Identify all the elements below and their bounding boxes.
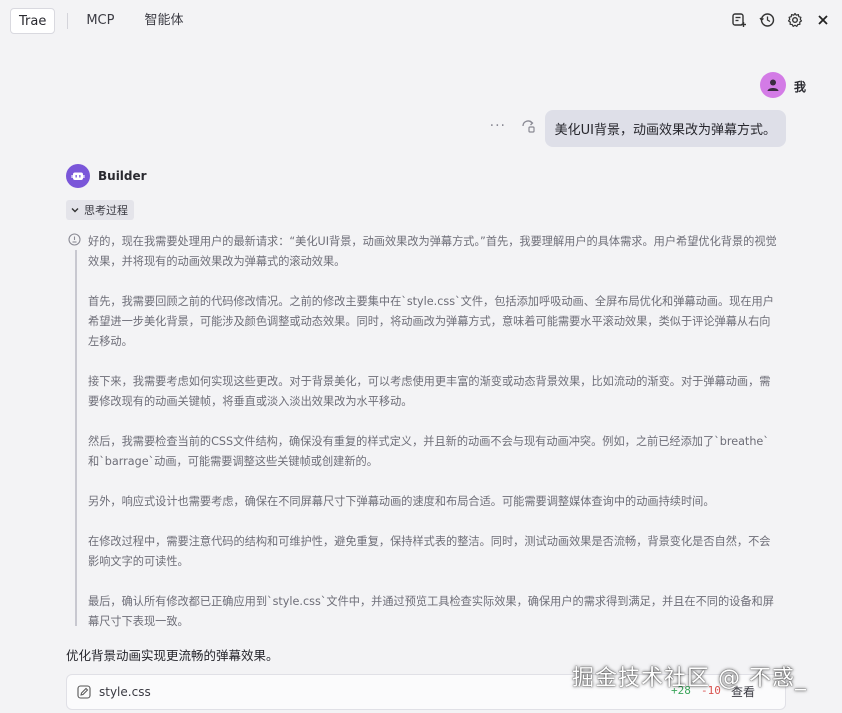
tab-agents[interactable]: 智能体 (134, 8, 193, 34)
edit-file-icon (77, 685, 91, 699)
tab-divider (67, 13, 69, 29)
thinking-divider (75, 250, 77, 626)
file-name: style.css (99, 685, 151, 699)
top-icons (730, 11, 832, 29)
user-header: 我 (760, 72, 806, 98)
close-icon[interactable] (814, 11, 832, 29)
user-avatar (760, 72, 786, 98)
thinking-paragraph: 最后，确认所有修改都已正确应用到`style.css`文件中，并通过预览工具检查… (88, 595, 774, 628)
tab-mcp[interactable]: MCP (76, 8, 124, 34)
thinking-paragraph: 接下来，我需要考虑如何实现这些更改。对于背景美化，可以考虑使用更丰富的渐变或动态… (88, 375, 771, 408)
thinking-paragraph: 首先，我需要回顾之前的代码修改情况。之前的修改主要集中在`style.css`文… (88, 295, 774, 348)
user-message-bubble: 美化UI背景，动画效果改为弹幕方式。 (544, 110, 786, 147)
thinking-paragraph: 好的，现在我需要处理用户的最新请求：“美化UI背景，动画效果改为弹幕方式。”首先… (88, 235, 777, 268)
retry-icon[interactable] (520, 118, 536, 134)
bot-avatar (66, 164, 90, 188)
builder-name: Builder (98, 169, 147, 183)
builder-header: Builder (66, 164, 147, 188)
think-label: 思考过程 (84, 204, 128, 217)
watermark: 掘金技术社区 @ 不惑_ (572, 666, 807, 691)
think-toggle[interactable]: 思考过程 (66, 200, 134, 220)
bulb-icon (68, 233, 81, 246)
thinking-text: 好的，现在我需要处理用户的最新请求：“美化UI背景，动画效果改为弹幕方式。”首先… (88, 232, 778, 652)
more-icon[interactable]: ··· (490, 118, 506, 134)
new-chat-icon[interactable] (730, 11, 748, 29)
top-bar: Trae MCP 智能体 (0, 0, 842, 42)
user-name: 我 (793, 80, 806, 94)
thinking-paragraph: 在修改过程中，需要注意代码的结构和可维护性，避免重复，保持样式表的整洁。同时，测… (88, 535, 771, 568)
history-icon[interactable] (758, 11, 776, 29)
robot-icon (71, 172, 85, 180)
thinking-block: 好的，现在我需要处理用户的最新请求：“美化UI背景，动画效果改为弹幕方式。”首先… (68, 232, 788, 628)
thinking-paragraph: 然后，我需要检查当前的CSS文件结构，确保没有重复的样式定义，并且新的动画不会与… (88, 435, 769, 468)
thinking-paragraph: 另外，响应式设计也需要考虑，确保在不同屏幕尺寸下弹幕动画的速度和布局合适。可能需… (88, 495, 715, 508)
tab-trae[interactable]: Trae (10, 8, 56, 34)
gear-icon[interactable] (786, 11, 804, 29)
builder-answer: 优化背景动画实现更流畅的弹幕效果。 (66, 648, 279, 663)
user-icon (767, 79, 779, 91)
message-actions: ··· (490, 118, 536, 134)
chevron-down-icon (71, 208, 79, 213)
